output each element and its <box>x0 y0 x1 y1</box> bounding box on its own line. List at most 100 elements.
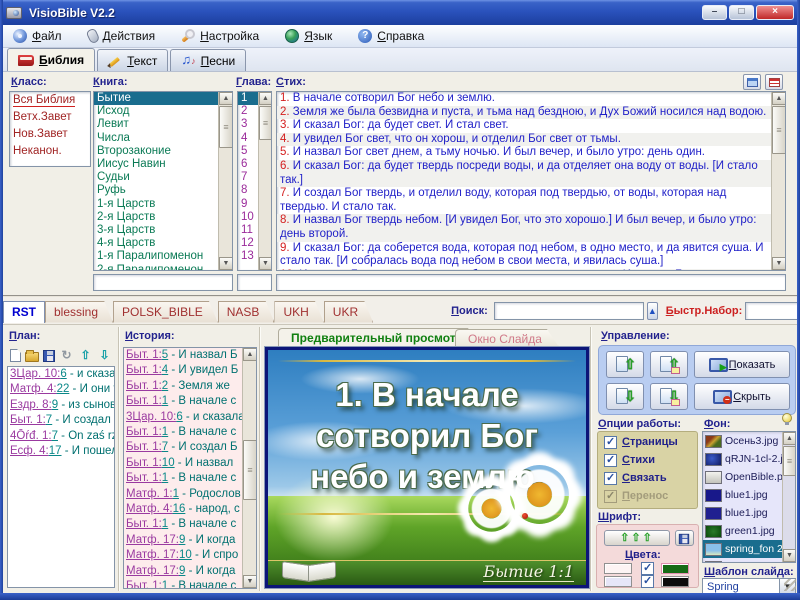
scroll-thumb[interactable] <box>783 446 796 476</box>
history-item[interactable]: Матф. 17:10 - И спро <box>124 548 242 563</box>
scroll-up-icon[interactable]: ▲ <box>783 432 796 445</box>
menu-settings[interactable]: Настройка <box>181 29 259 43</box>
background-item[interactable]: sunshine 2.j <box>703 558 782 562</box>
translation-tab-blessing[interactable]: blessing <box>45 301 113 323</box>
chapter-list-item[interactable]: 10 <box>238 211 258 224</box>
chapter-list-item[interactable]: 6 <box>238 158 258 171</box>
verse-window-button[interactable] <box>743 74 761 90</box>
next-page-button[interactable]: ⇩ <box>606 383 644 410</box>
option-row[interactable]: Стихи <box>598 450 697 468</box>
background-item[interactable]: blue1.jpg <box>703 504 782 522</box>
chapter-list-item[interactable]: 8 <box>238 184 258 197</box>
chapter-scrollbar[interactable]: ▲ ▼ <box>258 92 271 270</box>
book-list-item[interactable]: Исход <box>94 105 218 118</box>
translation-tab-ukr[interactable]: UKR <box>324 301 373 323</box>
translation-tab-polsk-bible[interactable]: POLSK_BIBLE <box>113 301 218 323</box>
refresh-icon[interactable]: ↻ <box>59 348 74 362</box>
tab-preview[interactable]: Предварительный просмотр <box>278 328 480 347</box>
option-row[interactable]: Связать <box>598 468 697 486</box>
verse-list-item[interactable]: 9. И сказал Бог: да соберется вода, кото… <box>277 242 771 269</box>
book-list-item[interactable]: Бытие <box>94 92 218 105</box>
close-button[interactable]: × <box>756 5 794 20</box>
plan-item[interactable]: Быт. 1:7 - И создал Б <box>8 413 114 428</box>
plan-item[interactable]: Ездр. 8:9 - из сынове <box>8 398 114 413</box>
show-button[interactable]: ▶Показать <box>694 351 790 378</box>
shadow2-color-swatch[interactable] <box>661 576 689 587</box>
move-down-icon[interactable]: ⇩ <box>97 348 112 362</box>
history-scrollbar[interactable]: ▲ ▼ <box>242 348 256 588</box>
history-item[interactable]: Быт. 1:1 - В начале с <box>124 579 242 588</box>
option-row[interactable]: Страницы <box>598 432 697 450</box>
save-font-button[interactable] <box>675 530 694 546</box>
resize-grip[interactable] <box>784 579 796 591</box>
background-item[interactable]: spring_fon 2 <box>703 540 782 558</box>
history-item[interactable]: Быт. 1:1 - В начале с <box>124 394 242 409</box>
scroll-thumb[interactable] <box>772 106 786 154</box>
book-list-item[interactable]: Судьи <box>94 171 218 184</box>
tab-bible[interactable]: Библия <box>7 48 95 71</box>
book-list-item[interactable]: Левит <box>94 118 218 131</box>
background-item[interactable]: blue1.jpg <box>703 486 782 504</box>
menu-file[interactable]: Файл <box>13 29 62 43</box>
maximize-button[interactable]: □ <box>729 5 754 20</box>
prev-page-button[interactable]: ⇧ <box>606 351 644 378</box>
tab-slide-window[interactable]: Окно Слайда <box>455 329 559 347</box>
chapter-filter-input[interactable] <box>237 274 272 291</box>
plan-item[interactable]: 3Цар. 10:6 - и сказал <box>8 367 114 382</box>
chapter-list-item[interactable]: 1 <box>238 92 258 105</box>
book-list-item[interactable]: 1-я Паралипоменон <box>94 250 218 263</box>
menu-help[interactable]: ?Справка <box>358 29 424 43</box>
background-scrollbar[interactable]: ▲ ▼ <box>782 432 795 562</box>
scroll-up-icon[interactable]: ▲ <box>259 92 272 105</box>
verse-list-item[interactable]: 1. В начале сотворил Бог небо и землю. <box>277 92 771 106</box>
scroll-down-icon[interactable]: ▼ <box>783 549 796 562</box>
background-item[interactable]: green1.jpg <box>703 522 782 540</box>
history-item[interactable]: Быт. 1:4 - И увидел Б <box>124 363 242 378</box>
scroll-down-icon[interactable]: ▼ <box>772 257 786 270</box>
history-item[interactable]: 3Цар. 10:6 - и сказала <box>124 410 242 425</box>
book-list-item[interactable]: 2-я Царств <box>94 211 218 224</box>
history-item[interactable]: Матф. 17:9 - И когда <box>124 564 242 579</box>
history-item[interactable]: Быт. 1:7 - И создал Б <box>124 440 242 455</box>
chapter-list-item[interactable]: 9 <box>238 198 258 211</box>
chapter-list-item[interactable]: 12 <box>238 237 258 250</box>
outline-color-swatch[interactable] <box>661 563 689 574</box>
chapter-list-item[interactable]: 7 <box>238 171 258 184</box>
book-list-item[interactable]: 2-я Паралипоменон <box>94 264 218 270</box>
tab-text[interactable]: Текст <box>97 49 168 71</box>
new-plan-icon[interactable] <box>10 349 21 362</box>
verse-scrollbar[interactable]: ▲ ▼ <box>771 92 785 270</box>
verse-quick-input[interactable] <box>276 274 786 291</box>
background-item[interactable]: Осень3.jpg <box>703 432 782 450</box>
menu-language[interactable]: Язык <box>285 29 332 43</box>
quick-set-input[interactable] <box>745 302 800 320</box>
chapter-list-item[interactable]: 2 <box>238 105 258 118</box>
prev-slide-button[interactable]: ⇧ <box>650 351 688 378</box>
lightbulb-icon[interactable] <box>782 413 792 423</box>
book-filter-input[interactable] <box>93 274 233 291</box>
history-item[interactable]: Матф. 4:16 - народ, с <box>124 502 242 517</box>
verse-list-item[interactable]: 3. И сказал Бог: да будет свет. И стал с… <box>277 119 771 133</box>
chapter-list-item[interactable]: 5 <box>238 145 258 158</box>
scroll-down-icon[interactable]: ▼ <box>219 257 233 270</box>
plan-item[interactable]: 4Ōŕđ. 1:7 - On zaś rz <box>8 429 114 444</box>
background-item[interactable]: qRJN-1cl-2.j <box>703 450 782 468</box>
history-item[interactable]: Быт. 1:1 - В начале с <box>124 425 242 440</box>
history-item[interactable]: Быт. 1:2 - Земля же <box>124 379 242 394</box>
book-list-item[interactable]: Числа <box>94 132 218 145</box>
verse-list-item[interactable]: 8. И назвал Бог твердь небом. [И увидел … <box>277 214 771 241</box>
book-list-item[interactable]: Второзаконие <box>94 145 218 158</box>
translation-tab-ukh[interactable]: UKH <box>274 301 323 323</box>
checkbox-icon[interactable] <box>604 472 617 485</box>
plan-item[interactable]: Матф. 4:22 - И они т <box>8 382 114 397</box>
chapter-list-item[interactable]: 3 <box>238 118 258 131</box>
book-list-item[interactable]: 4-я Царств <box>94 237 218 250</box>
chapter-list-item[interactable]: 4 <box>238 132 258 145</box>
verse-list-item[interactable]: 7. И создал Бог твердь, и отделил воду, … <box>277 187 771 214</box>
checkbox-icon[interactable] <box>604 490 617 503</box>
verse-list-item[interactable]: 5. И назвал Бог свет днем, а тьму ночью.… <box>277 146 771 160</box>
scroll-thumb[interactable] <box>219 106 233 148</box>
scroll-down-icon[interactable]: ▼ <box>243 575 257 588</box>
slide-preview[interactable]: 1. В начале сотворил Бог небо и землю. Б… <box>265 347 589 588</box>
move-up-icon[interactable]: ⇧ <box>78 348 93 362</box>
